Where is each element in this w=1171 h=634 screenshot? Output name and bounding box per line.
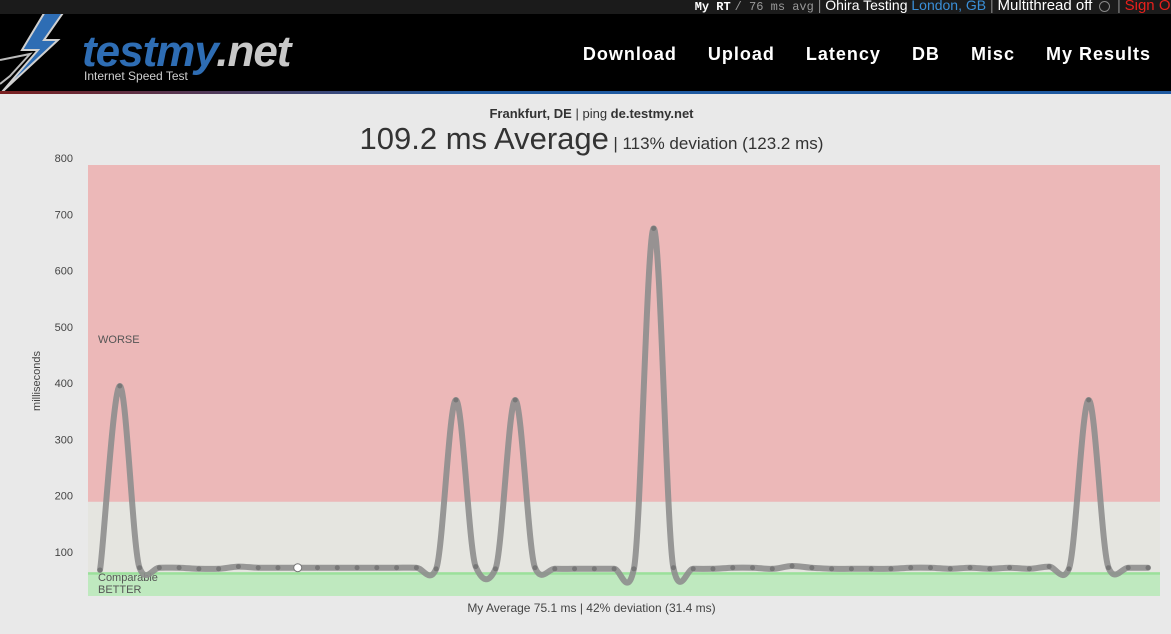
better-threshold-line [88, 572, 1160, 575]
data-point [1007, 565, 1013, 571]
data-point [512, 397, 518, 403]
data-point [651, 225, 657, 231]
data-point [1026, 566, 1032, 572]
y-tick-label: 100 [55, 547, 73, 559]
data-point [1046, 564, 1052, 570]
data-point [987, 566, 993, 572]
data-point [235, 564, 241, 570]
data-point [176, 565, 182, 571]
data-point [1066, 566, 1072, 572]
data-point [532, 565, 538, 571]
y-tick-label: 200 [55, 491, 73, 503]
data-point [809, 565, 815, 571]
data-point [670, 565, 676, 571]
comparable-zone [88, 501, 1160, 575]
data-point [908, 565, 914, 571]
data-point [868, 566, 874, 572]
worse-zone [88, 165, 1160, 502]
data-point [473, 564, 479, 570]
y-tick-label: 300 [55, 434, 73, 446]
data-point [354, 565, 360, 571]
data-point [413, 565, 419, 571]
data-point [1105, 565, 1111, 571]
y-tick-label: 600 [55, 266, 73, 278]
data-point [710, 566, 716, 572]
data-point [216, 566, 222, 572]
data-point [611, 566, 617, 572]
data-point [552, 566, 558, 572]
data-point [394, 565, 400, 571]
data-point [97, 567, 103, 573]
data-point [947, 566, 953, 572]
data-point [315, 565, 321, 571]
worse-zone-label: WORSE [98, 334, 140, 346]
data-point [848, 566, 854, 572]
data-point [433, 566, 439, 572]
y-tick-label: 800 [55, 153, 73, 165]
data-point [750, 565, 756, 571]
data-point [492, 566, 498, 572]
data-point-highlight [293, 563, 303, 573]
data-point [967, 565, 973, 571]
data-point [690, 566, 696, 572]
better-zone-label: BETTER [98, 584, 141, 596]
data-point [117, 383, 123, 389]
latency-chart: WORSEComparableBETTER1002003004005006007… [31, 153, 1160, 596]
data-point [927, 565, 933, 571]
chart-footer: My Average 75.1 ms | 42% deviation (31.4… [467, 601, 716, 615]
data-point [137, 565, 143, 571]
data-point [591, 566, 597, 572]
data-point [631, 566, 637, 572]
data-point [789, 563, 795, 569]
data-point [1086, 397, 1092, 403]
data-point [374, 565, 380, 571]
data-point [829, 566, 835, 572]
data-point [1145, 565, 1151, 571]
data-point [275, 565, 281, 571]
y-axis-label: milliseconds [31, 351, 43, 411]
data-point [572, 566, 578, 572]
data-point [888, 566, 894, 572]
y-tick-label: 500 [55, 322, 73, 334]
y-tick-label: 700 [55, 209, 73, 221]
data-point [453, 397, 459, 403]
data-point [334, 565, 340, 571]
data-point [255, 565, 261, 571]
data-point [156, 565, 162, 571]
data-point [1125, 565, 1131, 571]
y-tick-label: 400 [55, 378, 73, 390]
data-point [196, 566, 202, 572]
data-point [730, 565, 736, 571]
data-point [769, 566, 775, 572]
